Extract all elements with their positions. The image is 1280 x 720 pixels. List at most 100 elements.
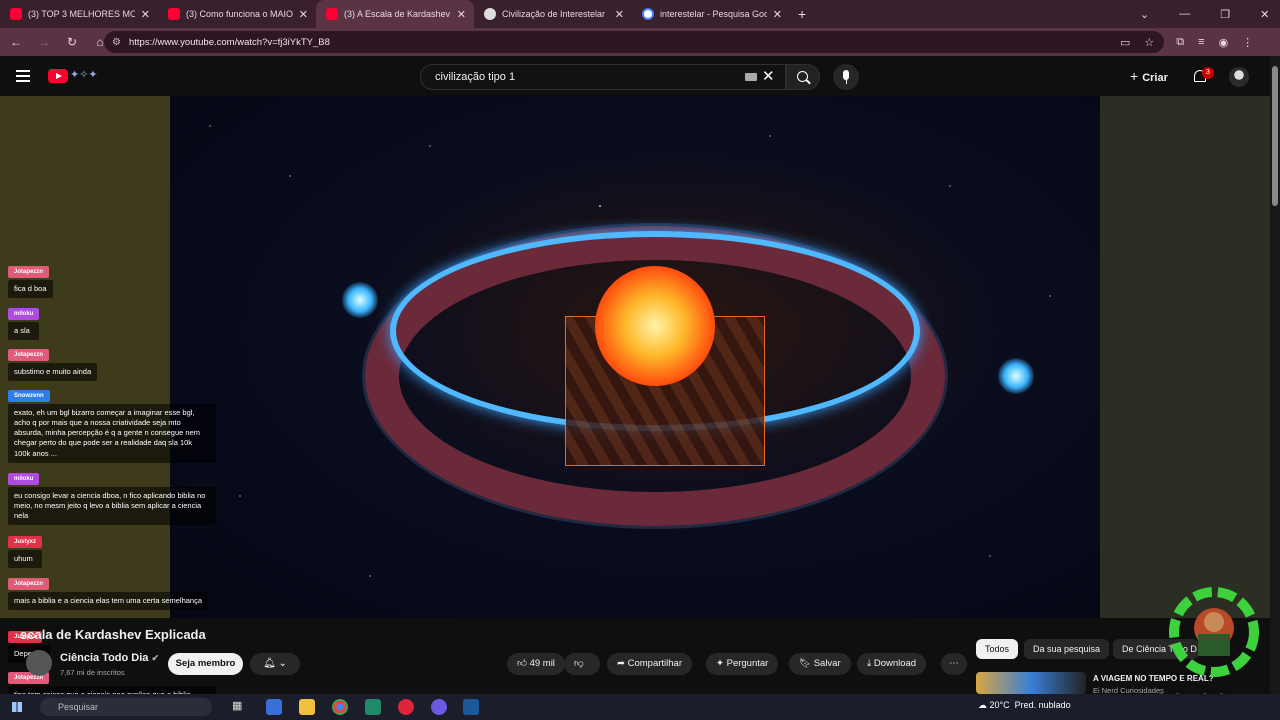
windows-start-icon[interactable] (12, 702, 22, 712)
chip-from-search[interactable]: Da sua pesquisa (1024, 639, 1110, 659)
cast-icon[interactable]: ▭ (1120, 36, 1130, 49)
temperature: 20°C (989, 700, 1010, 710)
close-tab-icon[interactable]: ✕ (773, 8, 782, 21)
youtube-logo[interactable] (48, 69, 68, 83)
close-tab-icon[interactable]: ✕ (615, 8, 624, 21)
tab-title: Civilização de Interestelar (502, 9, 606, 19)
taskbar-search-placeholder: Pesquisar (58, 702, 99, 712)
minimize-icon[interactable]: — (1179, 8, 1190, 20)
voice-search-icon[interactable] (833, 64, 859, 90)
dislike-button[interactable]: 👎︎ (564, 653, 600, 675)
tab-search-icon[interactable]: ⌄ (1140, 8, 1149, 21)
steam-icon[interactable] (463, 699, 479, 715)
menu-icon[interactable]: ⋮ (1242, 36, 1253, 49)
chat-username[interactable]: miloku (8, 473, 40, 485)
chat-text: uhum (8, 550, 43, 569)
blue-star-left (342, 282, 378, 318)
site-info-icon[interactable]: ⚙ (112, 37, 121, 48)
url-bar[interactable]: ⚙ https://www.youtube.com/watch?v=fj3iYk… (104, 31, 1164, 53)
chat-text: eu consigo levar a ciencia dboa, n fico … (8, 487, 216, 526)
restore-icon[interactable]: ❐ (1220, 8, 1230, 21)
scrollbar-thumb[interactable] (1272, 66, 1278, 206)
chat-message: miloku a sla (8, 302, 40, 341)
close-tab-icon[interactable]: ✕ (141, 8, 150, 21)
clear-search-icon[interactable]: ✕ (762, 67, 775, 85)
media-icon[interactable]: ≡ (1198, 36, 1204, 48)
blue-star-right (998, 358, 1034, 394)
chat-message: Justyxz uhum (8, 530, 43, 569)
file-explorer-icon[interactable] (299, 699, 315, 715)
discord-icon[interactable] (431, 699, 447, 715)
channel-avatar[interactable] (26, 650, 52, 676)
search-input[interactable]: civilização tipo 1 (420, 64, 786, 90)
chat-message: Jotapezzn substimo e muito ainda (8, 343, 98, 382)
close-tab-icon[interactable]: ✕ (299, 8, 308, 21)
taskbar-weather[interactable]: ☁ 20°C Pred. nublado (978, 700, 1071, 711)
like-button[interactable]: 👍︎ 49 mil (507, 653, 565, 675)
chat-text: substimo e muito ainda (8, 363, 98, 382)
video-player[interactable] (0, 96, 1270, 618)
profile-icon[interactable]: ◉ (1219, 36, 1229, 49)
bookmark-star-icon[interactable]: ☆ (1144, 36, 1154, 49)
browser-tab[interactable]: (3) TOP 3 MELHORES MOUSES ✕ (0, 0, 158, 28)
video-side-panel-right (1100, 96, 1270, 618)
chat-username[interactable]: miloku (8, 308, 40, 320)
bookmark-icon: 🔖︎ (799, 658, 812, 669)
download-button[interactable]: ⤓ Download (857, 653, 927, 675)
join-button[interactable]: Seja membro (168, 653, 243, 675)
bell-icon: 🔔︎ (263, 658, 276, 669)
channel-name[interactable]: Ciência Todo Dia ✔ (60, 652, 159, 664)
forward-icon[interactable]: → (32, 35, 56, 49)
chrome-icon[interactable] (332, 699, 348, 715)
reload-icon[interactable]: ↻ (60, 35, 84, 49)
channel-name-text: Ciência Todo Dia (60, 652, 149, 664)
chat-username[interactable]: Jotapezzn (8, 349, 50, 361)
windows-taskbar: Pesquisar ▦ (0, 694, 1280, 720)
extensions-icon[interactable]: ⧉ (1176, 36, 1184, 49)
more-actions-button[interactable]: ⋯ (941, 653, 967, 675)
cloud-icon: ☁ (978, 700, 987, 710)
search-button[interactable] (786, 64, 820, 90)
download-label: Download (873, 658, 917, 669)
browser-tab[interactable]: (3) A Escala de Kardashev Expli ✕ (316, 0, 474, 28)
keyboard-icon[interactable] (745, 73, 757, 81)
ask-button[interactable]: ✦ Perguntar (706, 653, 779, 675)
app-icon[interactable] (365, 699, 381, 715)
store-icon[interactable] (266, 699, 282, 715)
close-window-icon[interactable]: ✕ (1260, 8, 1269, 21)
youtube-header: ✦✧✦ civilização tipo 1 ✕ + Criar 3 (0, 56, 1270, 96)
opera-icon[interactable] (398, 699, 414, 715)
browser-tab-bar: (3) TOP 3 MELHORES MOUSES✕(3) Como funci… (0, 0, 1280, 28)
menu-hamburger-icon[interactable] (16, 70, 30, 82)
chat-username[interactable]: Snowzenn (8, 390, 50, 402)
chat-username[interactable]: Justyxz (8, 536, 43, 548)
browser-tab[interactable]: Civilização de Interestelar ✕ (474, 0, 632, 28)
sparkle-icon: ✦ (716, 658, 724, 669)
taskbar-search[interactable]: Pesquisar (40, 698, 212, 716)
youtube-icon (326, 8, 338, 20)
browser-tab[interactable]: (3) Como funciona o MAIOR TE ✕ (158, 0, 316, 28)
google-icon (642, 8, 654, 20)
weather-desc: Pred. nublado (1014, 700, 1071, 710)
close-tab-icon[interactable]: ✕ (457, 8, 466, 21)
account-avatar[interactable] (1229, 67, 1249, 87)
chat-message: Jotapezzn fica d boa (8, 260, 53, 299)
video-frame[interactable] (170, 96, 1100, 618)
streamer-watermark-logo (1169, 587, 1259, 677)
subscription-bell-button[interactable]: 🔔︎ ⌄ (250, 653, 300, 675)
chat-username[interactable]: Jotapezzn (8, 578, 50, 590)
save-button[interactable]: 🔖︎ Salvar (789, 653, 851, 675)
back-icon[interactable]: ← (4, 35, 28, 49)
share-button[interactable]: ➦ Compartilhar (607, 653, 692, 675)
chat-username[interactable]: Jotapezzn (8, 266, 50, 278)
sun (595, 266, 715, 386)
thumbs-up-icon: 👍︎ (517, 658, 527, 669)
new-tab-button[interactable]: + (798, 6, 806, 22)
browser-tab[interactable]: interestelar - Pesquisa Google ✕ (632, 0, 790, 28)
window-controls: ⌄ — ❐ ✕ (1140, 0, 1269, 28)
chat-message: miloku eu consigo levar a ciencia dboa, n… (8, 467, 216, 526)
suggested-video-thumbnail[interactable] (976, 672, 1086, 694)
create-button[interactable]: + Criar (1130, 68, 1168, 84)
task-view-icon[interactable]: ▦ (232, 699, 248, 715)
chip-all[interactable]: Todos (976, 639, 1019, 659)
